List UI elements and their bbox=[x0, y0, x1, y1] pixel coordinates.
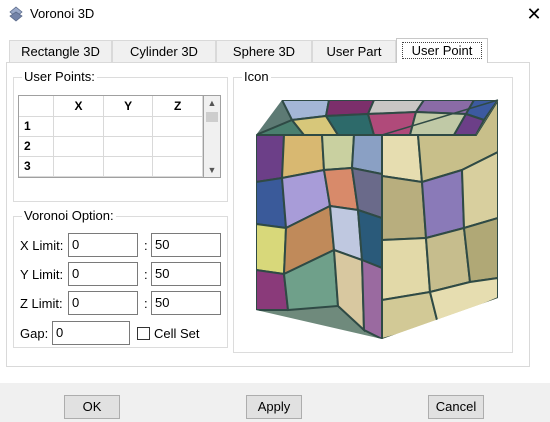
tab-user-part[interactable]: User Part bbox=[312, 40, 396, 62]
tab-rectangle-3d[interactable]: Rectangle 3D bbox=[9, 40, 112, 62]
gap-label: Gap: bbox=[20, 326, 49, 341]
cell-x[interactable] bbox=[53, 116, 104, 137]
voronoi-cube-image bbox=[256, 99, 499, 339]
row-header: 2 bbox=[19, 136, 55, 157]
x-limit-min-input[interactable]: 0 bbox=[68, 233, 138, 257]
voronoi-app-icon bbox=[9, 6, 23, 22]
x-limit-max-input[interactable]: 50 bbox=[151, 233, 221, 257]
cell-y[interactable] bbox=[103, 116, 154, 137]
x-limit-label: X Limit: bbox=[20, 238, 64, 253]
cell-z[interactable] bbox=[152, 176, 203, 177]
tab-label: Rectangle 3D bbox=[21, 44, 100, 59]
table-row: 3 bbox=[19, 156, 203, 177]
cell-set-checkbox[interactable] bbox=[137, 327, 150, 340]
cell-y[interactable] bbox=[103, 176, 154, 177]
cell-y[interactable] bbox=[103, 156, 154, 177]
row-header: 4 bbox=[19, 176, 55, 177]
window-title: Voronoi 3D bbox=[30, 6, 95, 21]
cell-z[interactable] bbox=[152, 156, 203, 177]
cell-z[interactable] bbox=[152, 116, 203, 137]
gap-input[interactable]: 0 bbox=[52, 321, 130, 345]
apply-button[interactable]: Apply bbox=[246, 395, 302, 419]
tab-sphere-3d[interactable]: Sphere 3D bbox=[216, 40, 312, 62]
cell-z[interactable] bbox=[152, 136, 203, 157]
table-row: 1 bbox=[19, 116, 203, 137]
scroll-thumb[interactable] bbox=[206, 112, 218, 122]
column-header-y: Y bbox=[103, 96, 154, 117]
z-limit-min-input[interactable]: 0 bbox=[68, 291, 138, 315]
cell-y[interactable] bbox=[103, 136, 154, 157]
y-limit-max-input[interactable]: 50 bbox=[151, 262, 221, 286]
user-points-group: User Points: X Y Z 1 2 3 ▲ ▼ bbox=[13, 70, 228, 202]
row-header: 1 bbox=[19, 116, 55, 137]
cell-set-label: Cell Set bbox=[154, 326, 200, 341]
tab-label: User Part bbox=[326, 44, 382, 59]
z-limit-max-input[interactable]: 50 bbox=[151, 291, 221, 315]
table-row: 4 bbox=[19, 176, 203, 177]
z-limit-separator: : bbox=[144, 296, 148, 311]
tab-label: Cylinder 3D bbox=[130, 44, 198, 59]
y-limit-separator: : bbox=[144, 267, 148, 282]
user-points-title: User Points: bbox=[22, 69, 97, 84]
user-points-grid[interactable]: X Y Z 1 2 3 bbox=[18, 95, 204, 178]
title-bar: Voronoi 3D ✕ bbox=[0, 0, 550, 30]
y-limit-min-input[interactable]: 0 bbox=[68, 262, 138, 286]
tab-cylinder-3d[interactable]: Cylinder 3D bbox=[112, 40, 216, 62]
tab-user-point[interactable]: User Point bbox=[396, 38, 488, 63]
tab-label: User Point bbox=[401, 42, 483, 59]
tab-label: Sphere 3D bbox=[232, 44, 296, 59]
x-limit-separator: : bbox=[144, 238, 148, 253]
corner-header bbox=[19, 96, 55, 117]
y-limit-label: Y Limit: bbox=[20, 267, 64, 282]
tab-panel-user-point: User Points: X Y Z 1 2 3 ▲ ▼ Voronoi Opt… bbox=[6, 62, 530, 367]
table-scrollbar[interactable]: ▲ ▼ bbox=[204, 95, 221, 178]
row-header: 3 bbox=[19, 156, 55, 177]
cell-x[interactable] bbox=[53, 156, 104, 177]
scroll-up-arrow-icon[interactable]: ▲ bbox=[204, 96, 220, 111]
ok-button[interactable]: OK bbox=[64, 395, 120, 419]
close-button[interactable]: ✕ bbox=[522, 2, 546, 26]
icon-group: Icon bbox=[233, 70, 513, 353]
table-header-row: X Y Z bbox=[19, 96, 203, 117]
z-limit-label: Z Limit: bbox=[20, 296, 63, 311]
user-points-table: X Y Z 1 2 3 bbox=[19, 96, 203, 177]
cancel-button[interactable]: Cancel bbox=[428, 395, 484, 419]
column-header-x: X bbox=[53, 96, 104, 117]
voronoi-option-group: Voronoi Option: X Limit: 0 : 50 Y Limit:… bbox=[13, 209, 228, 348]
table-row: 2 bbox=[19, 136, 203, 157]
cell-x[interactable] bbox=[53, 176, 104, 177]
column-header-z: Z bbox=[152, 96, 203, 117]
voronoi-option-title: Voronoi Option: bbox=[22, 208, 116, 223]
cell-x[interactable] bbox=[53, 136, 104, 157]
scroll-down-arrow-icon[interactable]: ▼ bbox=[204, 163, 220, 178]
